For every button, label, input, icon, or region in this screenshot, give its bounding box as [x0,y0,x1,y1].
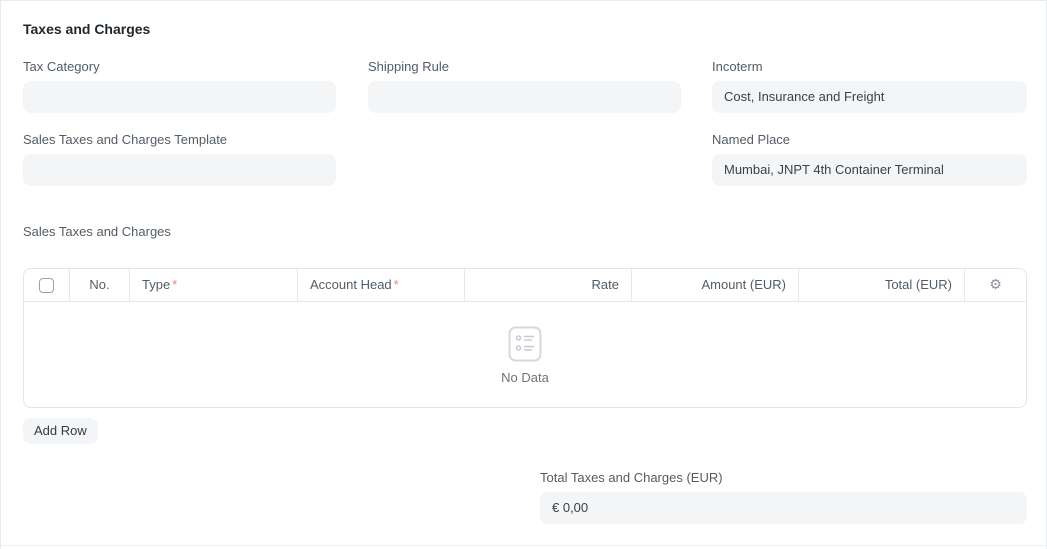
grid-header-total: Total (EUR) [799,269,965,301]
incoterm-input[interactable]: Cost, Insurance and Freight [712,81,1027,113]
required-asterisk: * [172,277,177,292]
shipping-rule-input[interactable] [368,81,681,113]
grid-header-rate: Rate [465,269,632,301]
grid-header-type: Type* [130,269,298,301]
section-title: Taxes and Charges [23,21,150,37]
named-place-label: Named Place [712,132,1027,148]
sales-taxes-grid: No. Type* Account Head* Rate Amount (EUR… [23,268,1027,408]
gear-icon[interactable]: ⚙ [989,278,1002,292]
grid-header-row: No. Type* Account Head* Rate Amount (EUR… [24,269,1026,302]
named-place-input[interactable]: Mumbai, JNPT 4th Container Terminal [712,154,1027,186]
incoterm-label: Incoterm [712,59,1027,75]
tax-category-input[interactable] [23,81,336,113]
grid-settings-cell: ⚙ [965,269,1026,301]
select-all-checkbox[interactable] [39,278,54,293]
sales-taxes-template-input[interactable] [23,154,336,186]
grid-header-no: No. [70,269,130,301]
tax-category-field: Tax Category [23,59,336,113]
shipping-rule-label: Shipping Rule [368,59,681,75]
required-asterisk: * [394,277,399,292]
shipping-rule-field: Shipping Rule [368,59,681,113]
total-taxes-label: Total Taxes and Charges (EUR) [540,470,1027,486]
sales-taxes-template-field: Sales Taxes and Charges Template [23,132,336,186]
taxes-and-charges-section: Taxes and Charges Tax Category Shipping … [0,0,1047,549]
no-data-icon [508,326,542,362]
named-place-field: Named Place Mumbai, JNPT 4th Container T… [712,132,1027,186]
section-divider [1,545,1046,546]
grid-header-checkbox-cell [24,269,70,301]
total-taxes-value: € 0,00 [540,492,1027,524]
add-row-button[interactable]: Add Row [23,418,98,444]
sales-taxes-grid-label: Sales Taxes and Charges [23,224,171,239]
grid-header-account-head: Account Head* [298,269,465,301]
grid-header-amount: Amount (EUR) [632,269,799,301]
sales-taxes-template-label: Sales Taxes and Charges Template [23,132,336,148]
incoterm-field: Incoterm Cost, Insurance and Freight [712,59,1027,113]
total-taxes-field: Total Taxes and Charges (EUR) € 0,00 [540,470,1027,524]
tax-category-label: Tax Category [23,59,336,75]
grid-empty-state: No Data [24,302,1026,408]
no-data-text: No Data [501,370,549,385]
